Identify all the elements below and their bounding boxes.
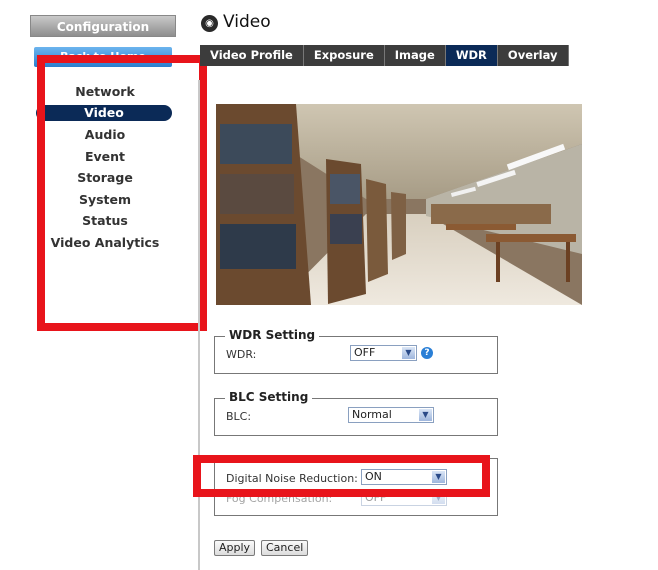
video-circle-icon: ◉ — [201, 15, 218, 32]
sidebar-item-storage[interactable]: Storage — [40, 170, 170, 185]
chevron-down-icon: ▼ — [432, 492, 445, 504]
tab-wdr[interactable]: WDR — [445, 45, 498, 66]
sidebar-item-status[interactable]: Status — [40, 213, 170, 228]
dnr-select[interactable]: ON ▼ — [361, 469, 447, 485]
advanced-setting-group — [214, 458, 498, 516]
chevron-down-icon: ▼ — [402, 347, 415, 359]
cancel-button[interactable]: Cancel — [261, 540, 309, 556]
sidebar-item-video[interactable]: Video — [36, 105, 172, 121]
blc-setting-legend: BLC Setting — [225, 390, 313, 404]
fog-select[interactable]: OFF ▼ — [361, 490, 447, 506]
back-to-home-button[interactable]: Back to Home — [34, 47, 172, 67]
sidebar: Configuration Back to Home Network Video… — [0, 0, 198, 570]
chevron-down-icon: ▼ — [419, 409, 432, 421]
fog-select-value: OFF — [365, 491, 387, 504]
sidebar-item-network[interactable]: Network — [40, 84, 170, 99]
dnr-label: Digital Noise Reduction: — [226, 472, 358, 485]
sidebar-item-video-analytics[interactable]: Video Analytics — [30, 235, 180, 250]
help-icon[interactable]: ? — [421, 347, 433, 359]
sidebar-item-system[interactable]: System — [40, 192, 170, 207]
video-preview — [216, 104, 582, 305]
wdr-select-value: OFF — [354, 346, 376, 359]
chevron-down-icon: ▼ — [432, 471, 445, 483]
blc-label: BLC: — [226, 410, 252, 423]
tab-overlay[interactable]: Overlay — [498, 45, 569, 66]
blc-select[interactable]: Normal ▼ — [348, 407, 434, 423]
apply-button[interactable]: Apply — [214, 540, 256, 556]
tab-bar: Video Profile Exposure Image WDR Overlay — [200, 45, 569, 66]
wdr-label: WDR: — [226, 348, 257, 361]
configuration-header: Configuration — [30, 15, 176, 37]
tab-image[interactable]: Image — [385, 45, 446, 66]
sidebar-item-audio[interactable]: Audio — [40, 127, 170, 142]
page-title: Video — [223, 12, 271, 32]
fog-label: Fog Compensation: — [226, 492, 333, 505]
library-scene-image — [216, 104, 582, 305]
blc-select-value: Normal — [352, 408, 392, 421]
content-divider — [198, 80, 200, 570]
tab-video-profile[interactable]: Video Profile — [200, 45, 304, 66]
wdr-select[interactable]: OFF ▼ — [350, 345, 417, 361]
dnr-select-value: ON — [365, 470, 382, 483]
wdr-setting-legend: WDR Setting — [225, 328, 320, 342]
sidebar-item-event[interactable]: Event — [40, 149, 170, 164]
tab-exposure[interactable]: Exposure — [304, 45, 385, 66]
